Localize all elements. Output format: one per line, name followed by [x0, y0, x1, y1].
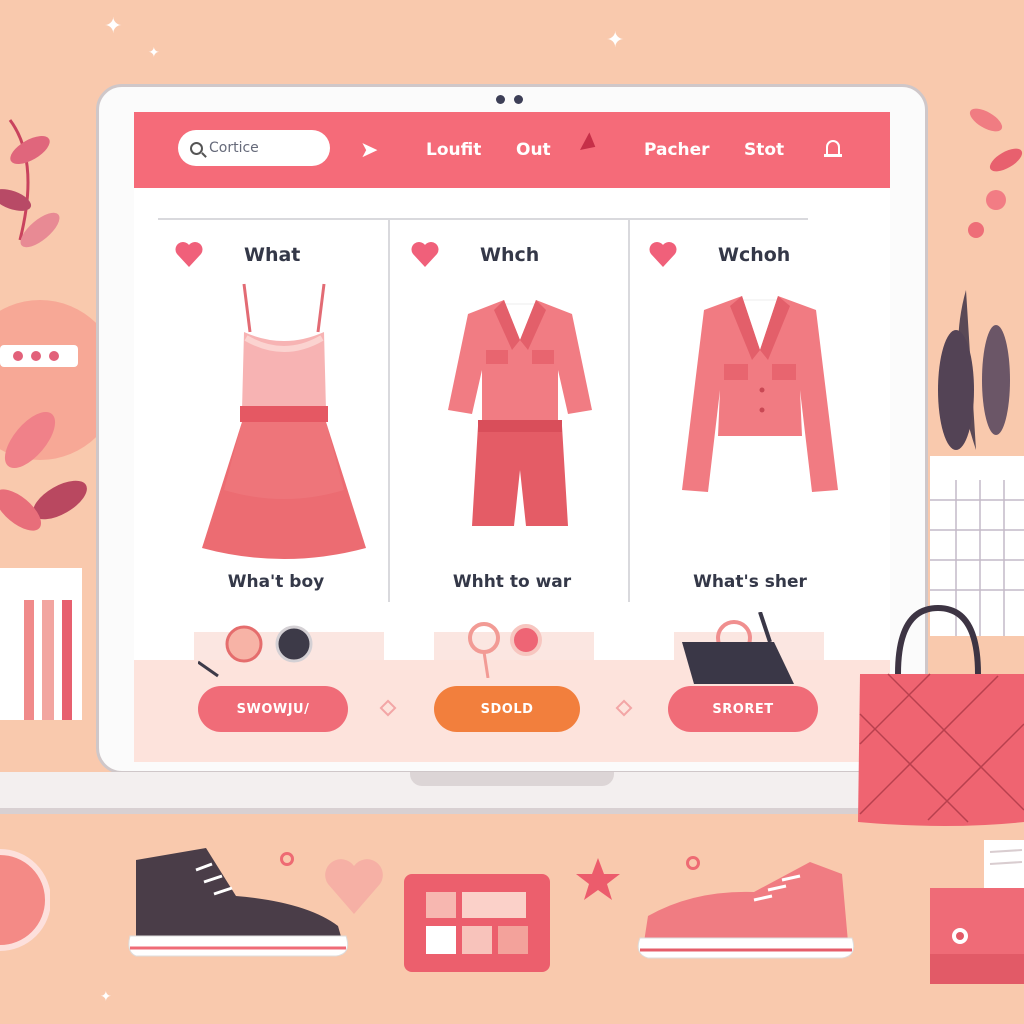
coral-sneaker [637, 862, 855, 959]
heart-icon[interactable] [410, 240, 440, 268]
star-decoration [576, 858, 620, 900]
gift-box-decoration [930, 840, 1024, 984]
product-card[interactable]: Wchoh What's sher [630, 232, 866, 612]
content-divider [158, 218, 808, 220]
card-caption: Whht to war [452, 572, 572, 592]
ring-icon [280, 852, 294, 866]
heart-charm-decoration [325, 859, 383, 914]
nav-item-pacher[interactable]: Pacher [644, 140, 710, 160]
search-placeholder: Cortice [209, 140, 259, 156]
product-card[interactable]: Whch Whht to war [392, 232, 628, 612]
sparkle-icon: ✦ [104, 14, 123, 39]
product-card[interactable]: What Wha't boy [156, 232, 392, 612]
heart-icon[interactable] [648, 240, 678, 268]
dark-sneaker [128, 848, 349, 957]
top-navbar: Cortice ➤ Loufit Out Pacher Stot [134, 112, 890, 188]
nav-item-loufit[interactable]: Loufit [426, 140, 481, 160]
plate-decoration [0, 849, 50, 951]
card-caption: Wha't boy [227, 572, 325, 592]
sroret-button[interactable]: SRORET [668, 686, 818, 732]
heart-icon[interactable] [174, 240, 204, 268]
arrow-icon[interactable]: ➤ [360, 138, 378, 163]
card-title: Whch [480, 244, 540, 266]
sparkle-icon: ✦ [100, 989, 112, 1005]
search-input[interactable]: Cortice [178, 130, 330, 166]
nav-item-stot[interactable]: Stot [744, 140, 784, 160]
cursor-icon [580, 132, 600, 156]
clutch-accessory [682, 612, 794, 684]
camera-dot [496, 95, 505, 104]
plant-decoration-left [0, 119, 100, 720]
sdold-button[interactable]: SDOLD [434, 686, 580, 732]
watch-accessories [198, 625, 313, 678]
camera-dot [514, 95, 523, 104]
sparkle-icon: ✦ [606, 28, 625, 53]
sparkle-icon: ✦ [148, 45, 160, 61]
handbag-decoration [858, 604, 1024, 826]
nav-item-out[interactable]: Out [516, 140, 551, 160]
card-title: What [244, 244, 301, 266]
card-title: Wchoh [718, 244, 791, 266]
showjui-button[interactable]: SWOWJU/ [198, 686, 348, 732]
card-caption: What's sher [693, 572, 807, 592]
bell-icon[interactable] [824, 138, 842, 160]
jacket-shorts-image [448, 300, 592, 526]
dress-image [202, 283, 366, 559]
laptop-notch [410, 772, 614, 786]
ring-accessories [468, 622, 542, 678]
search-icon [190, 141, 203, 155]
jacket-image [682, 296, 838, 492]
palette-decoration [404, 874, 550, 972]
app-screen: Cortice ➤ Loufit Out Pacher Stot What Wh… [134, 112, 890, 762]
